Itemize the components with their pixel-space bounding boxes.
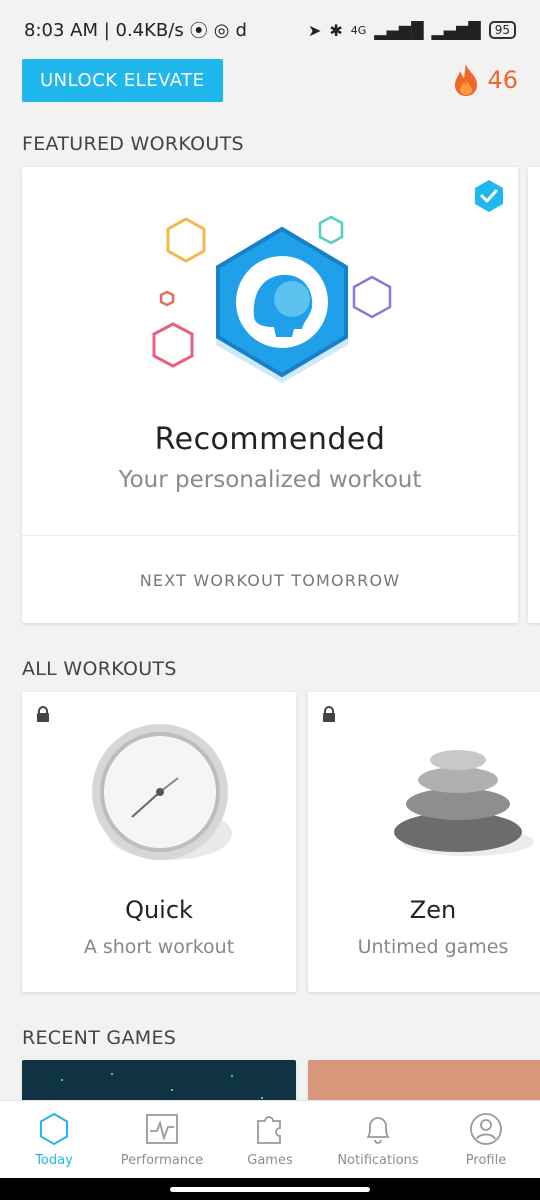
tab-notifications[interactable]: Notifications	[324, 1111, 432, 1168]
battery-icon: 95	[488, 21, 516, 39]
featured-subtitle: Your personalized workout	[118, 467, 422, 493]
chart-icon	[146, 1114, 178, 1144]
all-workouts-section-title: ALL WORKOUTS	[22, 658, 177, 680]
tab-profile-label: Profile	[465, 1153, 507, 1168]
card-divider	[22, 535, 518, 536]
next-featured-card[interactable]	[528, 167, 540, 623]
next-workout-label: NEXT WORKOUT TOMORROW	[139, 571, 401, 590]
featured-section-title: FEATURED WORKOUTS	[22, 133, 244, 155]
status-bar: 8:03 AM | 0.4KB/s ⦿ ◎ d ➤ ✱ 4G ▂▄▆█ ▂▄▆█…	[0, 0, 540, 60]
puzzle-icon	[257, 1116, 281, 1144]
zen-workout-card[interactable]: Zen Untimed games	[308, 692, 540, 992]
featured-title: Recommended	[154, 422, 386, 457]
lock-icon	[323, 706, 335, 722]
location-icon: ⦿	[189, 21, 208, 42]
home-indicator[interactable]	[170, 1187, 370, 1192]
streak-count: 46	[487, 66, 518, 94]
tab-games[interactable]: Games	[216, 1111, 324, 1168]
instagram-icon: ◎	[213, 19, 230, 41]
quick-subtitle: A short workout	[83, 936, 235, 958]
signal-icon: ▂▄▆█	[374, 20, 424, 40]
tab-performance-label: Performance	[120, 1153, 204, 1168]
tab-profile[interactable]: Profile	[432, 1111, 540, 1168]
system-nav-bar	[0, 1178, 540, 1200]
recommended-workout-card[interactable]: Recommended Your personalized workout NE…	[22, 167, 518, 623]
checkmark-badge-icon	[475, 180, 503, 212]
zen-subtitle: Untimed games	[357, 936, 509, 958]
recent-games-section-title: RECENT GAMES	[22, 1027, 177, 1049]
bottom-tab-bar: Today Performance Games Notifications Pr…	[0, 1100, 540, 1178]
status-right: ➤ ✱ 4G ▂▄▆█ ▂▄▆█ 95	[308, 21, 516, 40]
navigation-icon: ➤	[307, 20, 322, 40]
hexagon-icon	[40, 1112, 68, 1146]
status-time: 8:03 AM | 0.4KB/s	[24, 19, 184, 41]
profile-icon	[470, 1113, 502, 1145]
app-icon: d	[235, 19, 247, 41]
quick-title: Quick	[125, 896, 193, 924]
flame-icon	[455, 64, 478, 96]
signal-icon-2: ▂▄▆█	[431, 20, 481, 40]
stopwatch-icon	[92, 724, 232, 860]
quick-workout-card[interactable]: Quick A short workout	[22, 692, 296, 992]
lock-icon	[37, 706, 49, 722]
streak-counter[interactable]: 46	[451, 63, 518, 97]
tab-performance[interactable]: Performance	[108, 1111, 216, 1168]
stones-icon	[394, 750, 534, 856]
zen-title: Zen	[409, 896, 457, 924]
status-left: 8:03 AM | 0.4KB/s ⦿ ◎ d	[24, 17, 247, 43]
top-bar: UNLOCK ELEVATE 46	[22, 58, 518, 102]
brain-hexagon-icon	[152, 215, 392, 383]
tab-today[interactable]: Today	[0, 1111, 108, 1168]
unlock-elevate-button[interactable]: UNLOCK ELEVATE	[22, 58, 223, 102]
network-type: 4G	[350, 23, 367, 37]
tab-today-label: Today	[35, 1153, 73, 1168]
tab-notifications-label: Notifications	[337, 1153, 419, 1168]
bell-icon	[366, 1117, 390, 1144]
tab-games-label: Games	[247, 1153, 293, 1168]
bluetooth-icon: ✱	[329, 20, 343, 40]
